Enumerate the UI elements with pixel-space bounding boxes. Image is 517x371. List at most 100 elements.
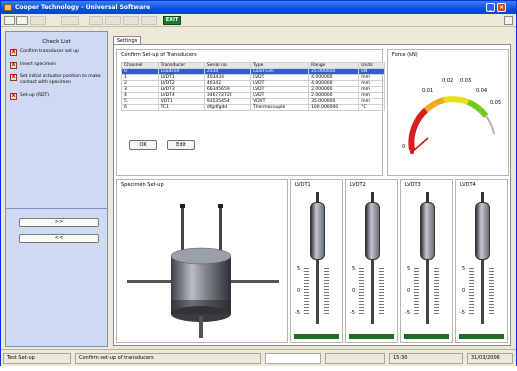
status-cross-icon: X bbox=[10, 49, 17, 56]
table-cell: 100.000000 bbox=[308, 104, 360, 111]
checklist-item[interactable]: X Confirm transducer set up bbox=[10, 49, 106, 57]
lvdt-shaft bbox=[316, 260, 319, 324]
exit-button[interactable]: EXIT bbox=[163, 16, 181, 25]
probe-right-top bbox=[219, 204, 222, 252]
previous-step-button[interactable]: << bbox=[19, 234, 99, 243]
lvdt-scale bbox=[414, 268, 419, 316]
force-gauge: 0 0.01 0.02 0.03 0.04 0.05 bbox=[402, 78, 501, 154]
lvdt-panel: LVDT4 5 0 -5 bbox=[455, 179, 508, 343]
transducer-setup-group: Confirm Set-up of Transducers Channel Tr… bbox=[116, 49, 385, 176]
gauge-tick-label: 0.02 bbox=[442, 78, 453, 84]
table-cell: °C bbox=[358, 104, 385, 111]
lvdt-scale bbox=[489, 268, 494, 316]
probe-right-top-cap bbox=[218, 204, 223, 208]
lvdt-status-bar bbox=[349, 334, 394, 339]
lvdt-shaft bbox=[481, 260, 484, 324]
scale-label: 5 bbox=[297, 266, 301, 272]
probe-left-side bbox=[127, 280, 177, 283]
status-cross-icon: X bbox=[10, 62, 17, 69]
lvdt-status-bar bbox=[404, 334, 449, 339]
cylinder-base-band bbox=[171, 300, 231, 314]
settings-tab-page: Confirm Set-up of Transducers Channel Tr… bbox=[113, 44, 511, 346]
lvdt-scale bbox=[379, 268, 384, 316]
report-icon[interactable] bbox=[141, 16, 157, 25]
status-panel-message: Confirm set-up of transducers bbox=[75, 353, 261, 364]
transducer-table: Channel Transducer Serial no Type Range … bbox=[121, 62, 385, 111]
next-step-button[interactable]: >> bbox=[19, 218, 99, 227]
specimen-diagram bbox=[127, 204, 279, 338]
lvdt-shaft bbox=[371, 260, 374, 324]
gauge-tick-label: 0 bbox=[402, 144, 405, 150]
status-panel-time: 15:30 bbox=[389, 353, 463, 364]
checklist-item[interactable]: X Insert specimen bbox=[10, 62, 106, 70]
lvdt-scale bbox=[359, 268, 364, 316]
gauge-end-arc bbox=[485, 115, 495, 135]
probe-left-top-cap bbox=[180, 204, 185, 208]
specimen-setup-group: Specimen Set-up bbox=[116, 179, 288, 343]
gauge-pivot bbox=[410, 150, 414, 154]
lvdt-scale bbox=[304, 268, 309, 316]
window-title: Cooper Technology - Universal Software bbox=[15, 4, 151, 11]
gauge-tick-label: 0.03 bbox=[460, 78, 471, 84]
scale-label: -5 bbox=[350, 310, 355, 316]
stop-icon[interactable] bbox=[123, 16, 139, 25]
status-bar: Test Set-up Confirm set-up of transducer… bbox=[1, 349, 516, 366]
scale-label: 5 bbox=[352, 266, 356, 272]
lvdt-panel: LVDT3 5 0 -5 bbox=[400, 179, 453, 343]
main-panel: Settings Confirm Set-up of Transducers C… bbox=[110, 31, 513, 347]
scale-label: 5 bbox=[462, 266, 466, 272]
table-cell: TC1 bbox=[157, 104, 205, 111]
gauge-tick-label: 0.05 bbox=[490, 100, 501, 106]
lvdt-label: LVDT2 bbox=[350, 182, 366, 188]
force-gauge-title: Force (kN) bbox=[392, 52, 418, 58]
status-panel-mode: Test Set-up bbox=[3, 353, 71, 364]
checklist-item-label: Set initial actuator position to make co… bbox=[20, 74, 101, 85]
scale-label: 0 bbox=[352, 288, 356, 294]
status-cross-icon: X bbox=[10, 93, 17, 100]
checklist-panel: Check List X Confirm transducer set up X… bbox=[5, 31, 108, 347]
pause-icon[interactable] bbox=[105, 16, 121, 25]
probe-left-top bbox=[181, 204, 184, 252]
run-icon[interactable] bbox=[89, 16, 103, 25]
save-icon[interactable] bbox=[30, 16, 46, 25]
minimize-icon[interactable]: _ bbox=[486, 3, 495, 12]
progress-bar bbox=[265, 353, 321, 364]
scale-label: 5 bbox=[407, 266, 411, 272]
scale-label: -5 bbox=[295, 310, 300, 316]
lvdt-body bbox=[420, 202, 435, 260]
scale-label: 0 bbox=[407, 288, 411, 294]
gauge-tick-label: 0.01 bbox=[422, 88, 433, 94]
transducer-setup-title: Confirm Set-up of Transducers bbox=[121, 52, 197, 58]
specimen-setup-title: Specimen Set-up bbox=[121, 182, 164, 188]
open-folder-icon[interactable] bbox=[16, 16, 28, 25]
print-icon[interactable] bbox=[61, 16, 79, 25]
lvdt-label: LVDT1 bbox=[295, 182, 311, 188]
app-icon bbox=[4, 4, 12, 11]
checklist-item[interactable]: X Set initial actuator position to make … bbox=[10, 74, 106, 92]
close-icon[interactable]: × bbox=[497, 3, 506, 12]
lvdt-body bbox=[310, 202, 325, 260]
table-row[interactable]: 6 TC1 dfgdfgdd Thermocouple 100.000000 °C bbox=[121, 104, 385, 111]
checklist-header: Check List bbox=[42, 39, 71, 45]
cylinder-top bbox=[170, 247, 232, 265]
help-icon[interactable] bbox=[504, 16, 513, 25]
lvdt-label: LVDT3 bbox=[405, 182, 421, 188]
lvdt-scale bbox=[434, 268, 439, 316]
lvdt-shaft bbox=[426, 260, 429, 324]
table-cell: dfgdfgdd bbox=[203, 104, 252, 111]
ok-button[interactable]: OK bbox=[129, 140, 157, 150]
lvdt-scale bbox=[324, 268, 329, 316]
checklist-item-label: Confirm transducer set up bbox=[20, 49, 79, 54]
new-file-icon[interactable] bbox=[4, 16, 15, 25]
gauge-orange-zone bbox=[423, 97, 445, 113]
edit-button[interactable]: Edit bbox=[167, 140, 195, 150]
toolbar: EXIT bbox=[1, 14, 516, 27]
lvdt-body bbox=[365, 202, 380, 260]
status-panel-blank bbox=[325, 353, 385, 364]
title-bar[interactable]: Cooper Technology - Universal Software _… bbox=[1, 1, 516, 14]
checklist-item[interactable]: X Set-up (RDT) bbox=[10, 93, 106, 101]
application-window: Cooper Technology - Universal Software _… bbox=[0, 0, 517, 366]
table-cell: 6 bbox=[121, 104, 159, 111]
force-gauge-group: Force (kN) 0 0.01 0.02 0.03 0.04 0.05 bbox=[387, 49, 509, 176]
checklist-item-label: Insert specimen bbox=[20, 62, 57, 67]
